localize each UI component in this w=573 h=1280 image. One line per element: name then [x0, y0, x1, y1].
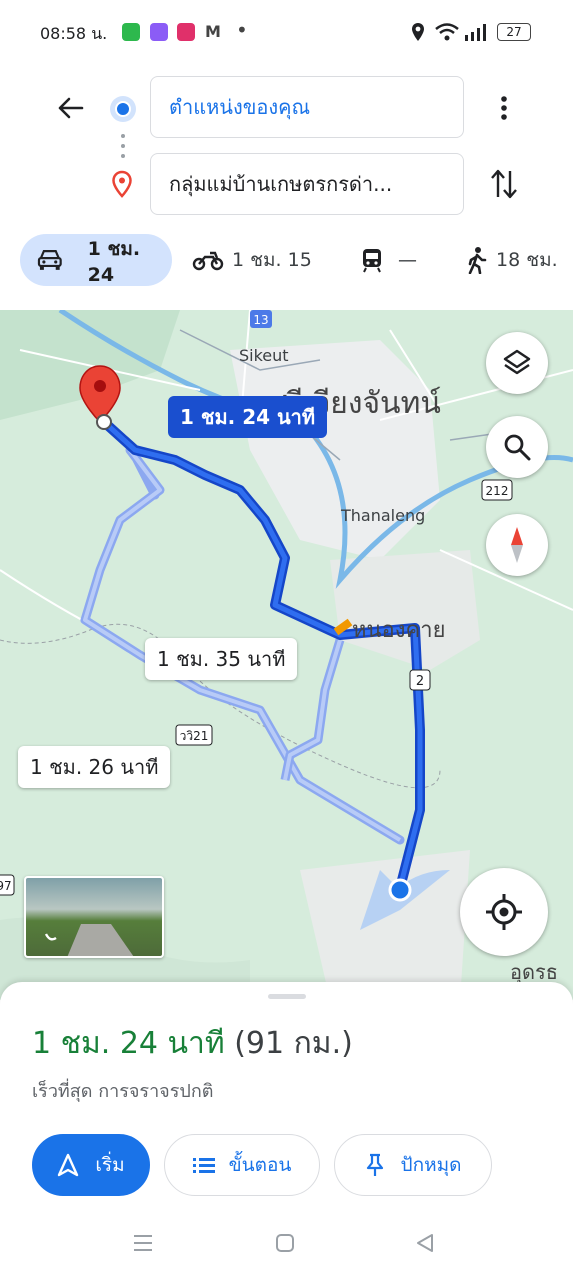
mode-motorcycle-label: 1 ชม. 15 [232, 249, 312, 271]
map-view[interactable]: 13 212 2 ววิ21 97 Sikeut ศรีเวียงจันทน์ … [0, 310, 573, 1000]
place-thanaleng: Thanaleng [341, 506, 426, 525]
back-nav-icon[interactable] [414, 1232, 436, 1254]
swap-button[interactable] [484, 164, 524, 204]
search-icon [504, 434, 531, 461]
street-view-thumbnail[interactable] [24, 876, 164, 958]
origin-dot-icon [110, 96, 136, 122]
route-distance: (91 กม.) [234, 1026, 353, 1061]
more-options-button[interactable] [486, 88, 522, 128]
lineman-icon [177, 23, 195, 41]
route-dots-icon [121, 134, 125, 158]
signal-icon [465, 24, 486, 41]
navigation-arrow-icon [58, 1153, 79, 1177]
mode-transit-tab[interactable]: — [360, 234, 440, 286]
back-button[interactable] [50, 88, 90, 128]
mode-car-label: 1 ชม. 24 [87, 238, 141, 286]
destination-pin-icon [112, 170, 132, 198]
route-duration: 1 ชม. 24 นาที [32, 1026, 225, 1061]
messenger-icon [150, 23, 168, 41]
pin-button[interactable]: ปักหมุด [334, 1134, 492, 1196]
route-shield-212-label: 212 [486, 484, 509, 498]
street-view-road-icon [44, 924, 134, 956]
layers-icon [503, 349, 531, 375]
status-time: 08:58 น. [40, 24, 108, 43]
current-location-dot [388, 878, 412, 902]
steps-button[interactable]: ขั้นตอน [164, 1134, 320, 1196]
recent-apps-icon[interactable] [132, 1232, 154, 1254]
place-nongkhai: หนองคาย [352, 618, 446, 643]
wifi-icon [435, 23, 459, 41]
layers-button[interactable] [486, 332, 548, 394]
alt-route-2-time-label[interactable]: 1 ชม. 26 นาที [18, 746, 171, 788]
steps-label: ขั้นตอน [228, 1154, 292, 1176]
selected-route-time-label[interactable]: 1 ชม. 24 นาที [168, 396, 328, 438]
battery-level: 27 [506, 25, 522, 39]
destination-endpoint [96, 414, 112, 430]
search-along-route-button[interactable] [486, 416, 548, 478]
status-bar: 08:58 น. M • 27 [0, 0, 573, 64]
destination-text: กลุ่มแม่บ้านเกษตรกรด่า... [169, 172, 393, 196]
route-shield-21-label: ววิ21 [180, 729, 209, 743]
list-icon [192, 1158, 215, 1173]
more-vert-icon [501, 96, 507, 120]
gmail-icon: M [205, 22, 221, 41]
walk-icon [468, 247, 487, 274]
destination-map-pin-center [94, 380, 106, 392]
location-icon [412, 23, 424, 41]
transit-icon [363, 249, 381, 273]
route-shield-13-label: 13 [253, 313, 268, 327]
arrow-back-icon [58, 97, 84, 119]
drag-handle[interactable] [268, 994, 306, 999]
mode-motorcycle-tab[interactable]: 1 ชม. 15 [192, 234, 332, 286]
selected-route-time-text: 1 ชม. 24 นาที [180, 405, 316, 429]
home-icon[interactable] [274, 1232, 296, 1254]
route-note: เร็วที่สุด การจราจรปกติ [32, 1081, 214, 1102]
pushpin-icon [366, 1153, 383, 1176]
car-icon [37, 250, 62, 270]
alt-route-1-time-label[interactable]: 1 ชม. 35 นาที [145, 638, 298, 680]
my-location-button[interactable] [460, 868, 548, 956]
origin-text: ตำแหน่งของคุณ [169, 95, 311, 119]
my-location-icon [486, 894, 522, 930]
swap-vert-icon [491, 169, 517, 199]
shopping-app-icon [122, 23, 140, 41]
route-shield-7-label: 97 [0, 879, 12, 893]
mode-walk-label: 18 ชม. [496, 249, 558, 271]
mode-transit-label: — [398, 249, 417, 271]
motorcycle-icon [192, 251, 224, 271]
mode-car-tab[interactable]: 1 ชม. 24 [20, 234, 172, 286]
compass-button[interactable] [486, 514, 548, 576]
start-navigation-label: เริ่ม [95, 1154, 125, 1176]
route-duration-line: 1 ชม. 24 นาที (91 กม.) [32, 1020, 353, 1067]
pin-label: ปักหมุด [400, 1154, 462, 1176]
alt-route-2-time-text: 1 ชม. 26 นาที [30, 755, 159, 779]
origin-field[interactable]: ตำแหน่งของคุณ [150, 76, 464, 138]
place-sikeut: Sikeut [239, 346, 289, 365]
route-shield-2-label: 2 [416, 674, 424, 689]
more-notifications-icon: • [236, 18, 248, 42]
mode-walk-tab[interactable]: 18 ชม. [466, 234, 573, 286]
alt-route-1-time-text: 1 ชม. 35 นาที [157, 647, 286, 671]
compass-icon [511, 527, 523, 563]
start-navigation-button[interactable]: เริ่ม [32, 1134, 150, 1196]
destination-field[interactable]: กลุ่มแม่บ้านเกษตรกรด่า... [150, 153, 464, 215]
battery-icon: 27 [497, 23, 531, 41]
